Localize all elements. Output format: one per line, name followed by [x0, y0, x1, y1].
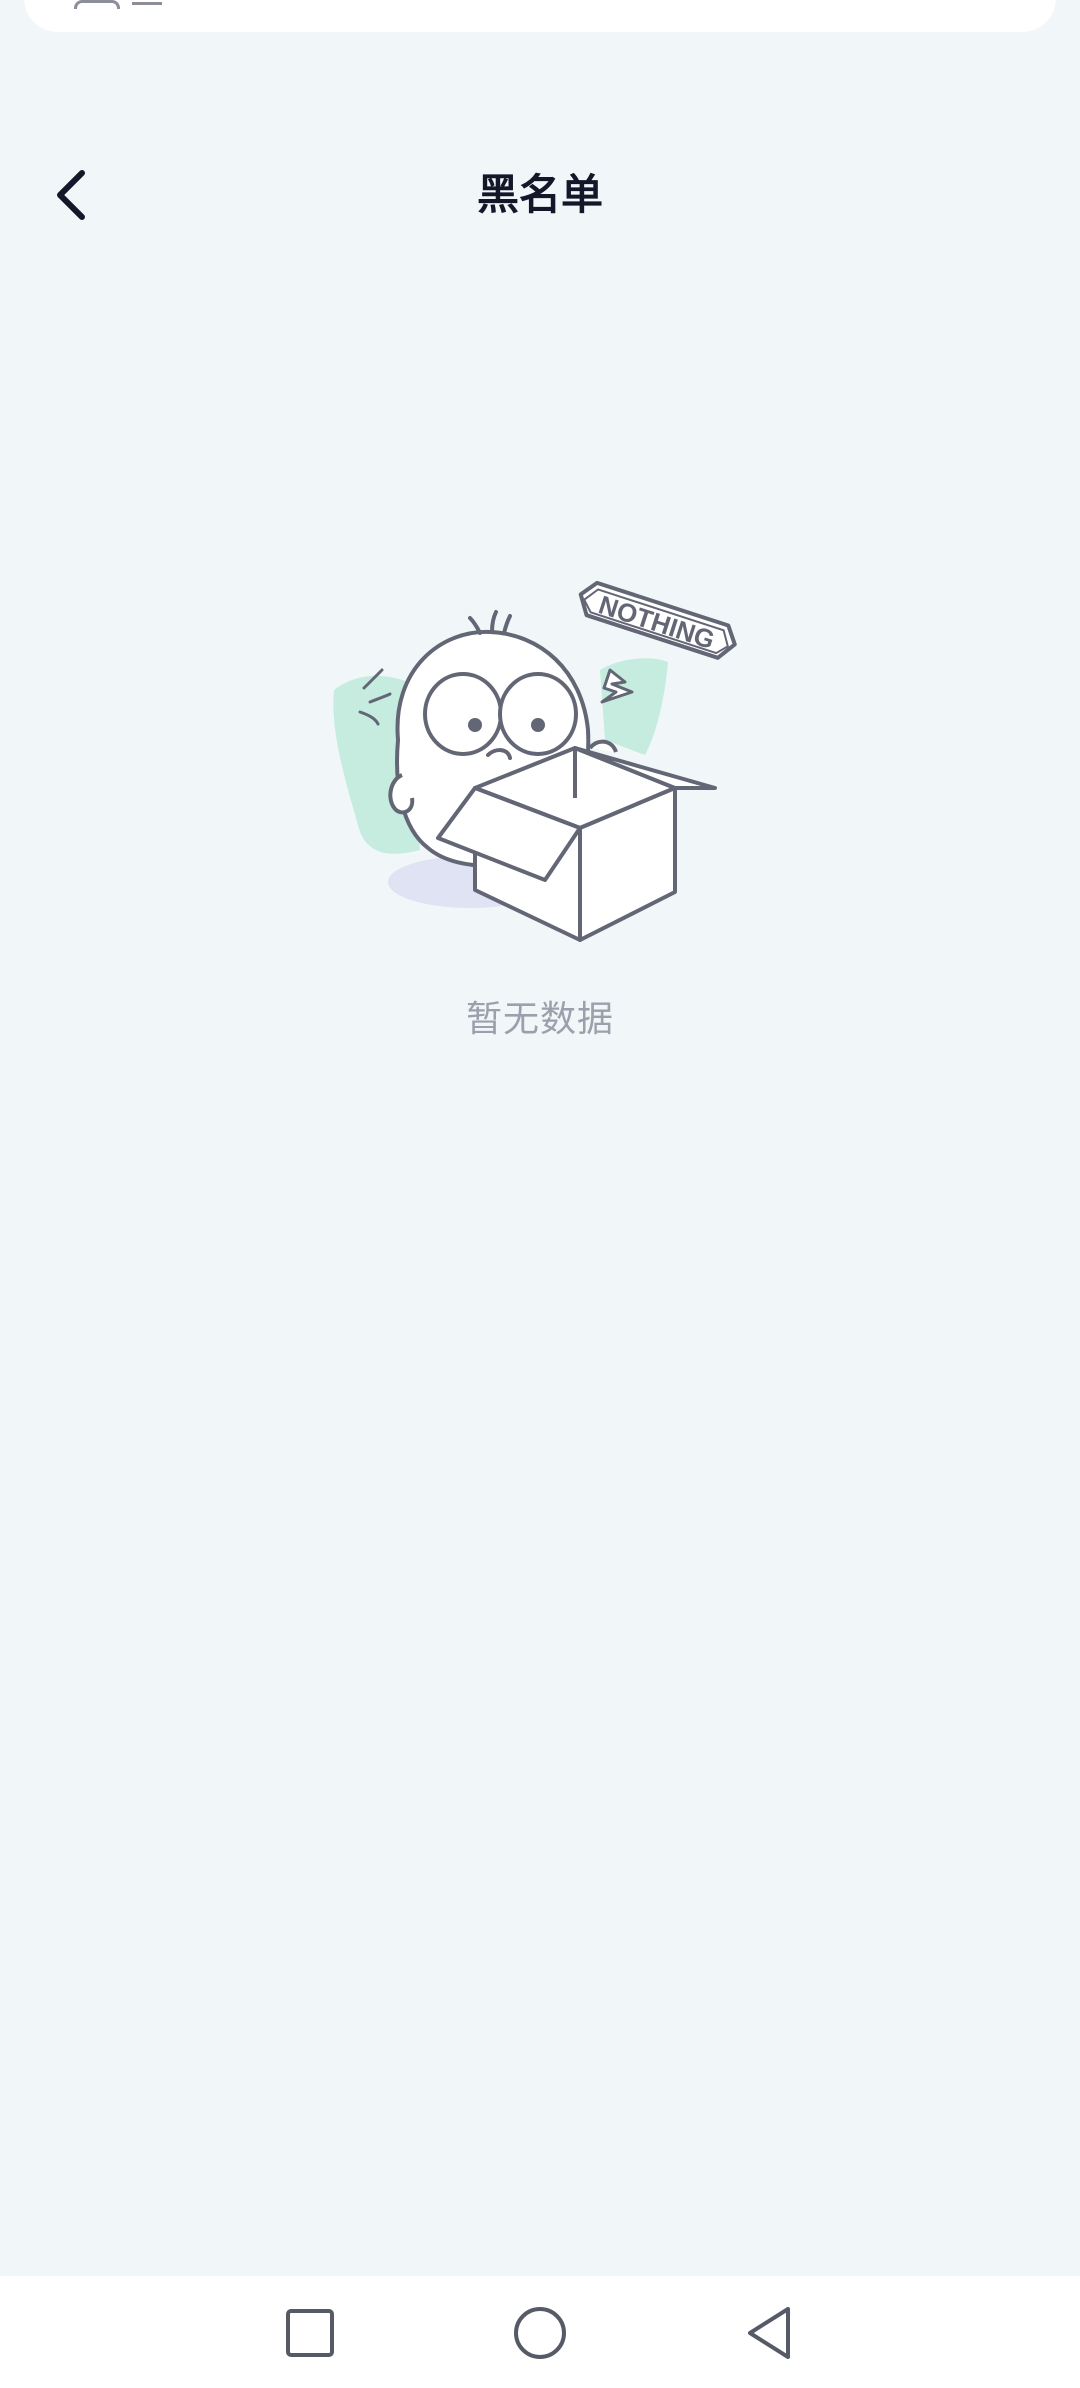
circle-icon	[514, 2307, 566, 2359]
partial-label	[132, 2, 162, 5]
header-bar: 黑名单	[0, 140, 1080, 250]
square-icon	[286, 2309, 334, 2357]
system-nav-bar	[0, 2276, 1080, 2388]
page-title: 黑名单	[476, 170, 603, 219]
empty-state-message: 暂无数据	[465, 999, 614, 1040]
recents-button[interactable]	[275, 2298, 345, 2368]
triangle-back-icon	[748, 2307, 790, 2359]
partial-icon	[74, 0, 120, 9]
empty-box-mascot-illustration: NOTHING	[320, 570, 760, 950]
system-back-button[interactable]	[735, 2298, 805, 2368]
home-button[interactable]	[505, 2298, 575, 2368]
nothing-badge-text: NOTHING	[595, 589, 718, 655]
top-card-remnant	[24, 0, 1056, 32]
